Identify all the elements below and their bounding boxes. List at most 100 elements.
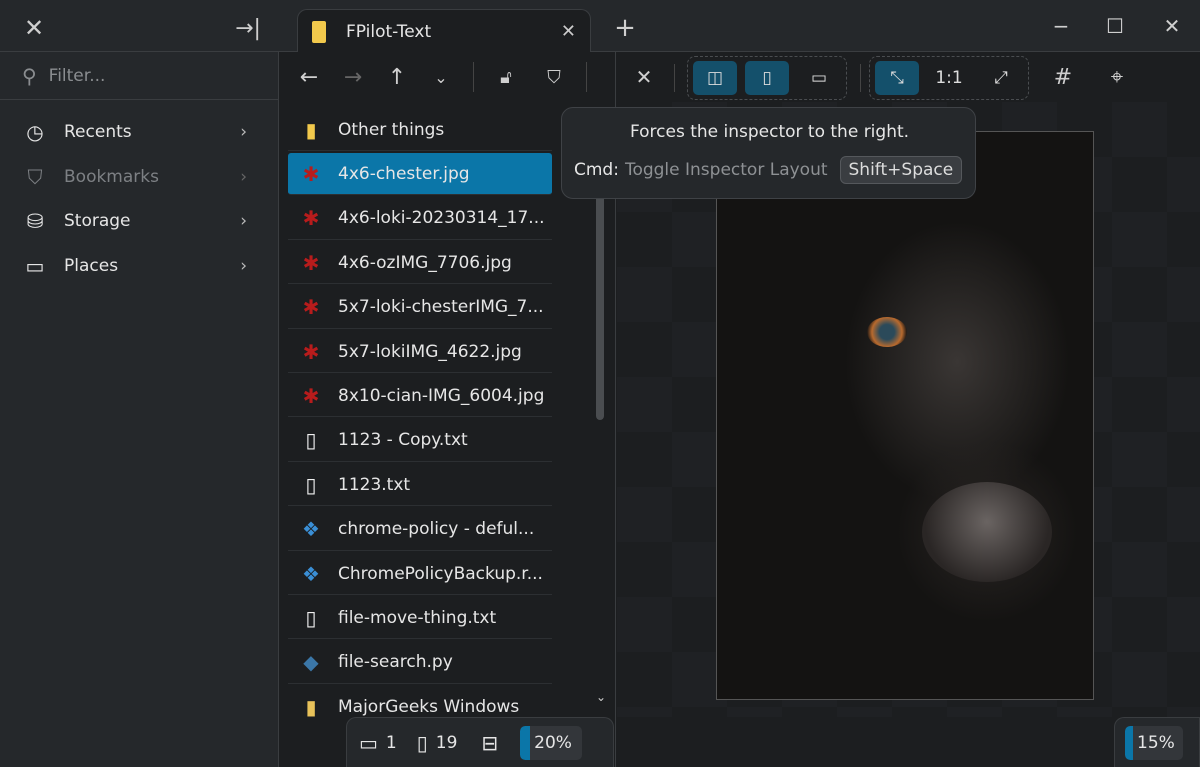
file-name: 5x7-lokiIMG_4622.jpg — [338, 341, 522, 362]
close-tab-icon[interactable]: ✕ — [561, 21, 576, 42]
zoom-level-bar — [520, 725, 531, 760]
list-zoom-value: 20% — [534, 732, 572, 753]
file-name: 8x10-cian-IMG_6004.jpg — [338, 385, 545, 406]
preview-toolbar: ✕ ◫ ▯ ▭ ⤡ 1:1 ⤢ # ⌖ — [617, 52, 1200, 102]
image-file-icon: ✱ — [302, 206, 320, 231]
file-list-item[interactable]: ▮ Other things — [288, 109, 552, 151]
preview-zoom-control[interactable]: 15% — [1125, 725, 1183, 760]
zoom-level-bar — [1125, 725, 1133, 760]
preview-zoom-value: 15% — [1137, 732, 1175, 753]
folder-icon: ▭ — [25, 254, 45, 278]
file-list-item[interactable]: ❖ ChromePolicyBackup.r... — [288, 553, 552, 595]
fit-to-window-button[interactable]: ⤡ — [875, 61, 919, 95]
divider — [860, 64, 861, 92]
file-name: 4x6-ozIMG_7706.jpg — [338, 252, 512, 273]
dog-eye — [867, 317, 907, 347]
file-list-item[interactable]: ▮ MajorGeeks Windows — [288, 686, 552, 717]
chevron-right-icon: › — [240, 122, 247, 142]
sidebar-item-label: Recents — [64, 122, 132, 142]
sidebar-item-places[interactable]: ▭ Places › — [0, 244, 279, 288]
up-button[interactable]: ↑ — [384, 64, 410, 90]
file-list-item[interactable]: ✱ 8x10-cian-IMG_6004.jpg — [288, 375, 552, 418]
actual-size-button[interactable]: 1:1 — [927, 61, 971, 95]
search-icon: ⚲ — [22, 63, 37, 88]
file-name: ChromePolicyBackup.r... — [338, 563, 543, 584]
layout-group: ◫ ▯ ▭ — [687, 56, 847, 100]
preview-status-bar: 15% — [617, 717, 1200, 767]
folder-icon — [312, 20, 326, 43]
title-bar — [0, 0, 1200, 52]
file-list-item[interactable]: ◆ file-search.py — [288, 642, 552, 684]
filter-input[interactable]: ⚲ Filter... — [0, 52, 279, 100]
sidebar-item-recents[interactable]: ◷ Recents › — [0, 110, 279, 154]
back-button[interactable]: ← — [296, 64, 322, 90]
file-list-item[interactable]: ✱ 5x7-lokiIMG_4622.jpg — [288, 331, 552, 373]
folder-icon: ▮ — [305, 117, 317, 142]
sidebar-item-storage[interactable]: ⛁ Storage › — [0, 199, 279, 243]
minimize-button[interactable]: − — [1046, 12, 1076, 40]
file-list-item[interactable]: ▯ 1123 - Copy.txt — [288, 420, 552, 462]
top-layout-button[interactable]: ▭ — [797, 61, 841, 95]
file-list-item[interactable]: ▯ 1123.txt — [288, 464, 552, 507]
list-status-bar: ▭ 1 ▯ 19 ⊟ 20% — [280, 717, 616, 767]
file-list-item[interactable]: ✱ 4x6-ozIMG_7706.jpg — [288, 242, 552, 285]
file-name: Other things — [338, 119, 445, 140]
inspector-right-layout-button[interactable]: ◫ — [693, 61, 737, 95]
divider — [586, 62, 587, 92]
divider — [473, 62, 474, 92]
file-name: MajorGeeks Windows — [338, 696, 520, 717]
file-list-item[interactable]: ✱ 5x7-loki-chesterIMG_7... — [288, 287, 552, 329]
crosshair-icon[interactable]: ⌖ — [1103, 64, 1131, 90]
collapse-sidebar-icon[interactable]: →| — [232, 14, 264, 42]
tab-label: FPilot-Text — [346, 21, 432, 42]
file-list-item[interactable]: ✱ 4x6-loki-20230314_17... — [288, 198, 552, 240]
maximize-button[interactable]: ☐ — [1100, 12, 1130, 40]
sidebar-item-label: Bookmarks — [64, 167, 159, 187]
file-name: file-search.py — [338, 652, 453, 673]
scroll-down-icon[interactable]: ⌄ — [594, 690, 608, 704]
file-name: 1123 - Copy.txt — [338, 430, 468, 451]
sidebar-layout-button[interactable]: ▯ — [745, 61, 789, 95]
chevron-right-icon: › — [240, 167, 247, 187]
unlock-button[interactable]: 🔓︎ — [493, 64, 519, 90]
tooltip-cmd-name: Toggle Inspector Layout — [624, 160, 828, 180]
python-file-icon: ◆ — [303, 650, 319, 675]
forward-button[interactable]: → — [340, 64, 366, 90]
tab-fpilot-text[interactable]: FPilot-Text ✕ — [297, 9, 591, 53]
image-file-icon: ✱ — [302, 161, 320, 186]
view-mode-icon[interactable]: ⊟ — [481, 731, 498, 755]
filter-placeholder: Filter... — [48, 65, 106, 86]
folder-count-icon: ▭ — [359, 730, 378, 755]
sidebar-item-label: Storage — [64, 211, 131, 231]
new-tab-button[interactable]: + — [612, 13, 638, 43]
dog-photo-preview — [716, 131, 1094, 700]
image-file-icon: ✱ — [302, 339, 320, 364]
bookmark-button[interactable]: ⛉ — [541, 64, 567, 90]
image-file-icon: ✱ — [302, 250, 320, 275]
close-preview-button[interactable]: ✕ — [631, 64, 657, 90]
text-file-icon: ▯ — [305, 472, 317, 497]
file-list-item[interactable]: ✱ 4x6-chester.jpg — [288, 153, 552, 196]
history-dropdown-button[interactable]: ⌄ — [428, 64, 454, 90]
file-name: chrome-policy - deful... — [338, 519, 535, 540]
tooltip-description: Forces the inspector to the right. — [629, 122, 910, 142]
tooltip-shortcut: Shift+Space — [839, 156, 963, 184]
chevron-right-icon: › — [240, 211, 247, 231]
registry-file-icon: ❖ — [302, 561, 320, 586]
grid-toggle-icon[interactable]: # — [1049, 64, 1077, 90]
file-name: file-move-thing.txt — [338, 607, 497, 628]
close-window-button[interactable]: ✕ — [1157, 12, 1187, 40]
fill-window-button[interactable]: ⤢ — [979, 61, 1023, 95]
folder-count: 1 — [385, 732, 397, 753]
zoom-group: ⤡ 1:1 ⤢ — [869, 56, 1029, 100]
app-logo-icon: ✕ — [23, 14, 45, 42]
list-zoom-control[interactable]: 20% — [520, 725, 583, 760]
file-list-item[interactable]: ▯ file-move-thing.txt — [288, 597, 552, 640]
file-count: 19 — [435, 732, 458, 753]
image-file-icon: ✱ — [302, 295, 320, 320]
text-file-icon: ▯ — [305, 605, 317, 630]
sidebar-item-label: Places — [64, 256, 119, 276]
file-list-item[interactable]: ❖ chrome-policy - deful... — [288, 509, 552, 551]
file-count-icon: ▯ — [416, 730, 428, 755]
sidebar-item-bookmarks[interactable]: ⛉ Bookmarks › — [0, 155, 279, 199]
